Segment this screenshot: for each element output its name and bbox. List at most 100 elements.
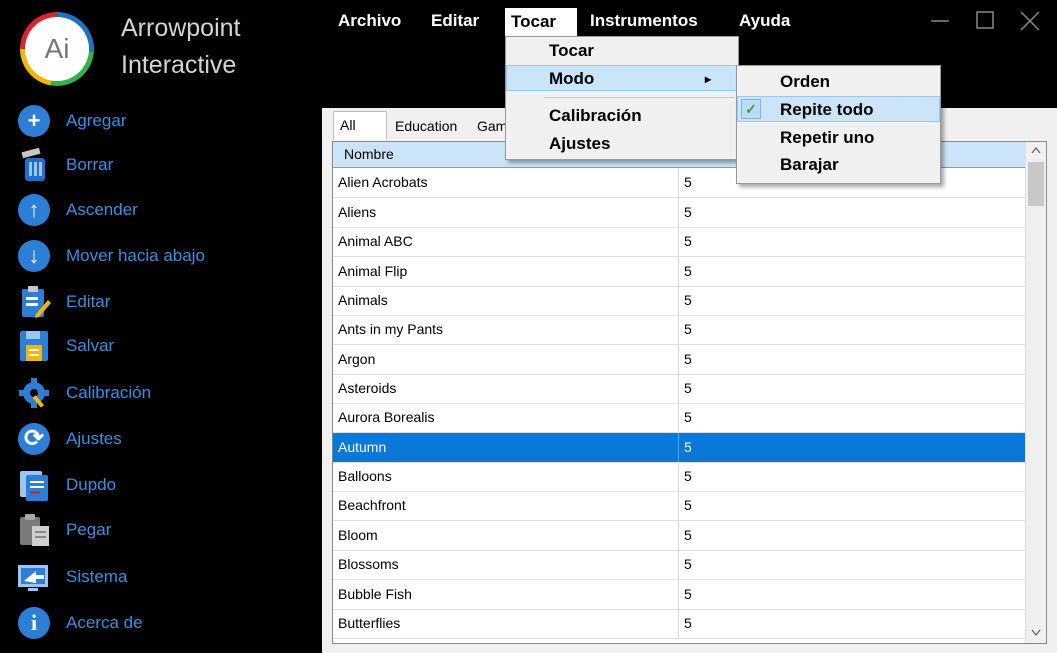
arrow-down-icon: ↓ <box>16 238 52 274</box>
table-row[interactable]: Aurora Borealis 5 <box>333 403 1025 433</box>
menu-archivo[interactable]: Archivo <box>338 10 401 32</box>
table-row[interactable]: Asteroids 5 <box>333 374 1025 404</box>
cell-value: 5 <box>684 263 692 279</box>
cell-name: Animals <box>338 292 388 308</box>
scrollbar-thumb[interactable] <box>1028 162 1044 206</box>
sidebar-item-label: Editar <box>66 292 111 311</box>
table-row[interactable]: Argon 5 <box>333 345 1025 375</box>
refresh-icon: ⟳ <box>16 421 52 457</box>
table-row-selected[interactable]: Autumn 5 <box>333 433 1025 463</box>
sidebar-item-label: Dupdo <box>66 475 117 494</box>
sidebar-item-mover-hacia-abajo[interactable]: ↓ Mover hacia abajo <box>16 236 316 276</box>
cell-value: 5 <box>684 174 692 190</box>
cell-name: Bloom <box>338 527 378 543</box>
cell-name: Alien Acrobats <box>338 174 428 190</box>
cell-value: 5 <box>684 233 692 249</box>
maximize-button[interactable] <box>970 8 1000 34</box>
table-row[interactable]: Beachfront 5 <box>333 491 1025 521</box>
system-icon <box>16 559 52 595</box>
sidebar-item-acerca-de[interactable]: i Acerca de <box>16 603 316 643</box>
paste-icon <box>16 512 52 548</box>
scroll-down-icon[interactable] <box>1031 629 1041 637</box>
cell-value: 5 <box>684 556 692 572</box>
table-row[interactable]: Aliens 5 <box>333 198 1025 228</box>
app-logo: Ai <box>20 12 94 86</box>
table-row[interactable]: Bloom 5 <box>333 521 1025 551</box>
cell-value: 5 <box>684 439 692 455</box>
edit-clipboard-icon <box>16 284 52 320</box>
sidebar-item-sistema[interactable]: Sistema <box>16 557 316 597</box>
sidebar-item-ascender[interactable]: ↑ Ascender <box>16 190 316 230</box>
modo-submenu: Orden ✓ Repite todo Repetir uno Barajar <box>736 65 941 184</box>
sidebar-item-label: Sistema <box>66 567 128 586</box>
table-row[interactable]: Butterflies 5 <box>333 609 1025 639</box>
table-row[interactable]: Balloons 5 <box>333 462 1025 492</box>
cell-name: Beachfront <box>338 497 406 513</box>
cell-name: Aurora Borealis <box>338 409 435 425</box>
cell-value: 5 <box>684 615 692 631</box>
menuitem-repite-todo[interactable]: ✓ Repite todo <box>737 96 940 122</box>
cell-value: 5 <box>684 321 692 337</box>
gear-wrench-icon <box>16 375 52 411</box>
table-row[interactable]: Animal Flip 5 <box>333 257 1025 287</box>
menuitem-barajar[interactable]: Barajar <box>737 152 940 178</box>
cell-value: 5 <box>684 204 692 220</box>
sidebar-item-label: Salvar <box>66 336 115 355</box>
cell-name: Autumn <box>338 439 387 455</box>
tab-all[interactable]: All <box>333 111 387 140</box>
close-button[interactable] <box>1014 8 1044 34</box>
cell-value: 5 <box>684 586 692 602</box>
sidebar-item-borrar[interactable]: Borrar <box>16 145 316 185</box>
menu-instrumentos[interactable]: Instrumentos <box>590 10 698 32</box>
cell-name: Argon <box>338 351 376 367</box>
sidebar-item-calibracion[interactable]: Calibración <box>16 373 316 413</box>
cell-name: Asteroids <box>338 380 397 396</box>
menu-tocar[interactable]: Tocar <box>505 8 577 36</box>
sidebar-item-editar[interactable]: Editar <box>16 282 316 322</box>
sidebar-item-label: Mover hacia abajo <box>66 246 205 265</box>
table-row[interactable]: Ants in my Pants 5 <box>333 315 1025 345</box>
cell-value: 5 <box>684 497 692 513</box>
sidebar-item-label: Calibración <box>66 383 152 402</box>
sidebar-item-ajustes[interactable]: ⟳ Ajustes <box>16 419 316 459</box>
menu-ayuda[interactable]: Ayuda <box>739 10 790 32</box>
menuitem-repetir-uno[interactable]: Repetir uno <box>737 125 940 151</box>
logo-text: Ai <box>25 17 89 81</box>
table-row[interactable]: Animals 5 <box>333 286 1025 316</box>
add-icon: + <box>16 103 52 139</box>
sidebar-item-label: Ascender <box>66 200 138 219</box>
menu-separator <box>544 97 734 98</box>
cell-value: 5 <box>684 527 692 543</box>
cell-name: Bubble Fish <box>338 586 412 602</box>
vertical-scrollbar[interactable] <box>1025 142 1046 643</box>
scroll-up-icon[interactable] <box>1031 146 1041 154</box>
table-row[interactable]: Animal ABC 5 <box>333 227 1025 257</box>
cell-name: Ants in my Pants <box>338 321 444 337</box>
cell-value: 5 <box>684 351 692 367</box>
brand-name-line2: Interactive <box>121 51 237 79</box>
menuitem-calibracion[interactable]: Calibración <box>506 103 738 129</box>
cell-name: Animal ABC <box>338 233 413 249</box>
minimize-button[interactable] <box>925 8 955 34</box>
sidebar-item-label: Acerca de <box>66 613 143 632</box>
table-row[interactable]: Blossoms 5 <box>333 550 1025 580</box>
cell-value: 5 <box>684 380 692 396</box>
menuitem-orden[interactable]: Orden <box>737 69 940 95</box>
menuitem-ajustes[interactable]: Ajustes <box>506 131 738 157</box>
sidebar-item-agregar[interactable]: + Agregar <box>16 101 316 141</box>
menu-editar[interactable]: Editar <box>431 10 479 32</box>
submenu-arrow-icon: ▸ <box>705 72 712 86</box>
brand-name-line1: Arrowpoint <box>121 14 241 42</box>
arrow-up-icon: ↑ <box>16 192 52 228</box>
cell-name: Balloons <box>338 468 392 484</box>
sidebar-item-salvar[interactable]: Salvar <box>16 326 316 366</box>
column-header-nombre[interactable]: Nombre <box>344 146 394 162</box>
trash-icon <box>16 147 52 183</box>
menuitem-tocar[interactable]: Tocar <box>506 38 738 64</box>
copy-icon <box>16 467 52 503</box>
table-row[interactable]: Bubble Fish 5 <box>333 580 1025 610</box>
song-table: Nombre Alien Acrobats 5 Aliens 5 Animal AB… <box>332 141 1047 644</box>
sidebar-item-pegar[interactable]: Pegar <box>16 510 316 550</box>
sidebar-item-dupdo[interactable]: Dupdo <box>16 465 316 505</box>
menuitem-modo[interactable]: Modo ▸ <box>506 65 738 91</box>
